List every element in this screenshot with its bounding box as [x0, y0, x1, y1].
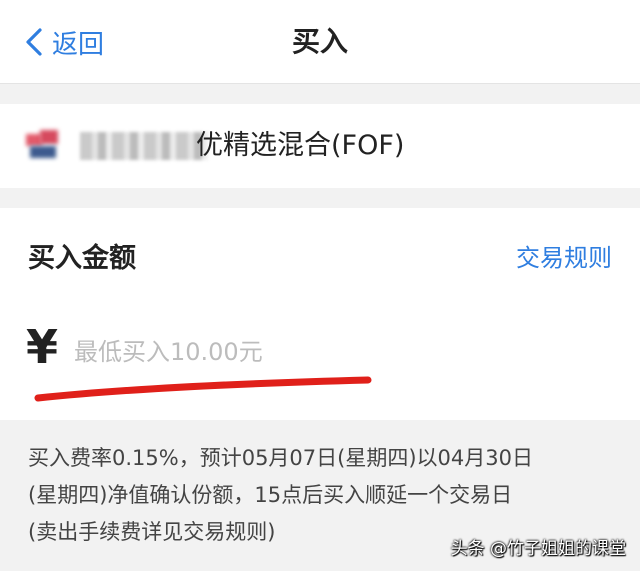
currency-symbol: ¥: [26, 320, 59, 374]
amount-input[interactable]: [74, 332, 594, 372]
fund-name-redacted: [80, 132, 208, 160]
page-title: 买入: [291, 25, 348, 58]
fund-name: 优精选混合(FOF): [196, 130, 405, 161]
fee-note-line: (星期四)净值确认份额，15点后买入顺延一个交易日: [28, 483, 513, 507]
trade-rules-link[interactable]: 交易规则: [516, 238, 612, 273]
red-underline-annotation: [34, 376, 372, 402]
amount-title: 买入金额: [28, 243, 136, 274]
watermark: 头条 @竹子姐姐的课堂: [450, 539, 626, 559]
fund-info-row: 优精选混合(FOF): [0, 104, 640, 188]
buy-page: 返回 买入 优精选混合(FOF) 买入金额 交易规则 ¥ 买入费率0.15%，预…: [0, 0, 640, 571]
fee-note-line: 买入费率0.15%，预计05月07日(星期四)以04月30日: [28, 446, 533, 470]
nav-header: 返回 买入: [0, 0, 640, 84]
fund-logo-icon: [26, 130, 62, 160]
